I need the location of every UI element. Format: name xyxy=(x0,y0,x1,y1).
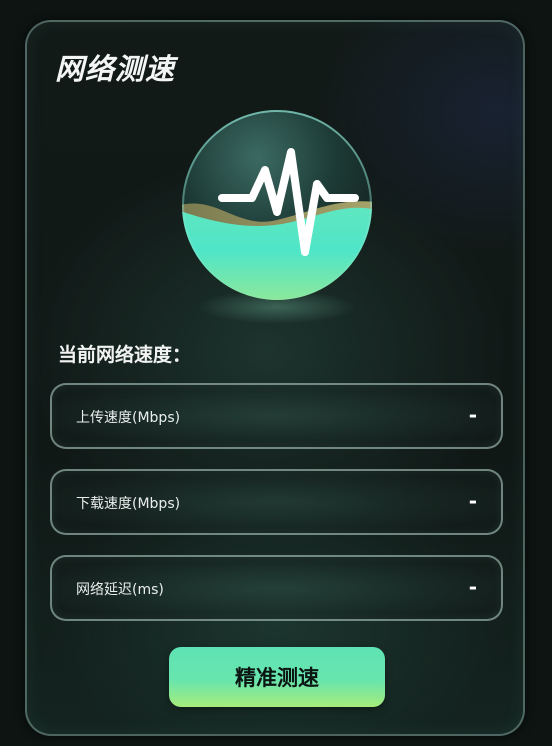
download-speed-row: 下载速度(Mbps) - xyxy=(50,469,503,535)
speed-test-card: 网络测速 当前网络速度： 上传速度(Mbps) - 下载速度(Mbps) - 网… xyxy=(25,20,525,736)
upload-speed-label: 上传速度(Mbps) xyxy=(76,410,181,426)
latency-row: 网络延迟(ms) - xyxy=(50,555,503,621)
upload-speed-row: 上传速度(Mbps) - xyxy=(50,383,503,449)
latency-label: 网络延迟(ms) xyxy=(76,582,164,598)
latency-value: - xyxy=(468,575,477,599)
page-title: 网络测速 xyxy=(55,52,176,86)
upload-speed-value: - xyxy=(468,403,477,427)
download-speed-label: 下载速度(Mbps) xyxy=(76,496,181,512)
download-speed-value: - xyxy=(468,489,477,513)
waveform-orb-icon xyxy=(177,102,377,332)
current-speed-label: 当前网络速度： xyxy=(58,344,192,366)
precise-test-button[interactable]: 精准测速 xyxy=(169,647,385,707)
